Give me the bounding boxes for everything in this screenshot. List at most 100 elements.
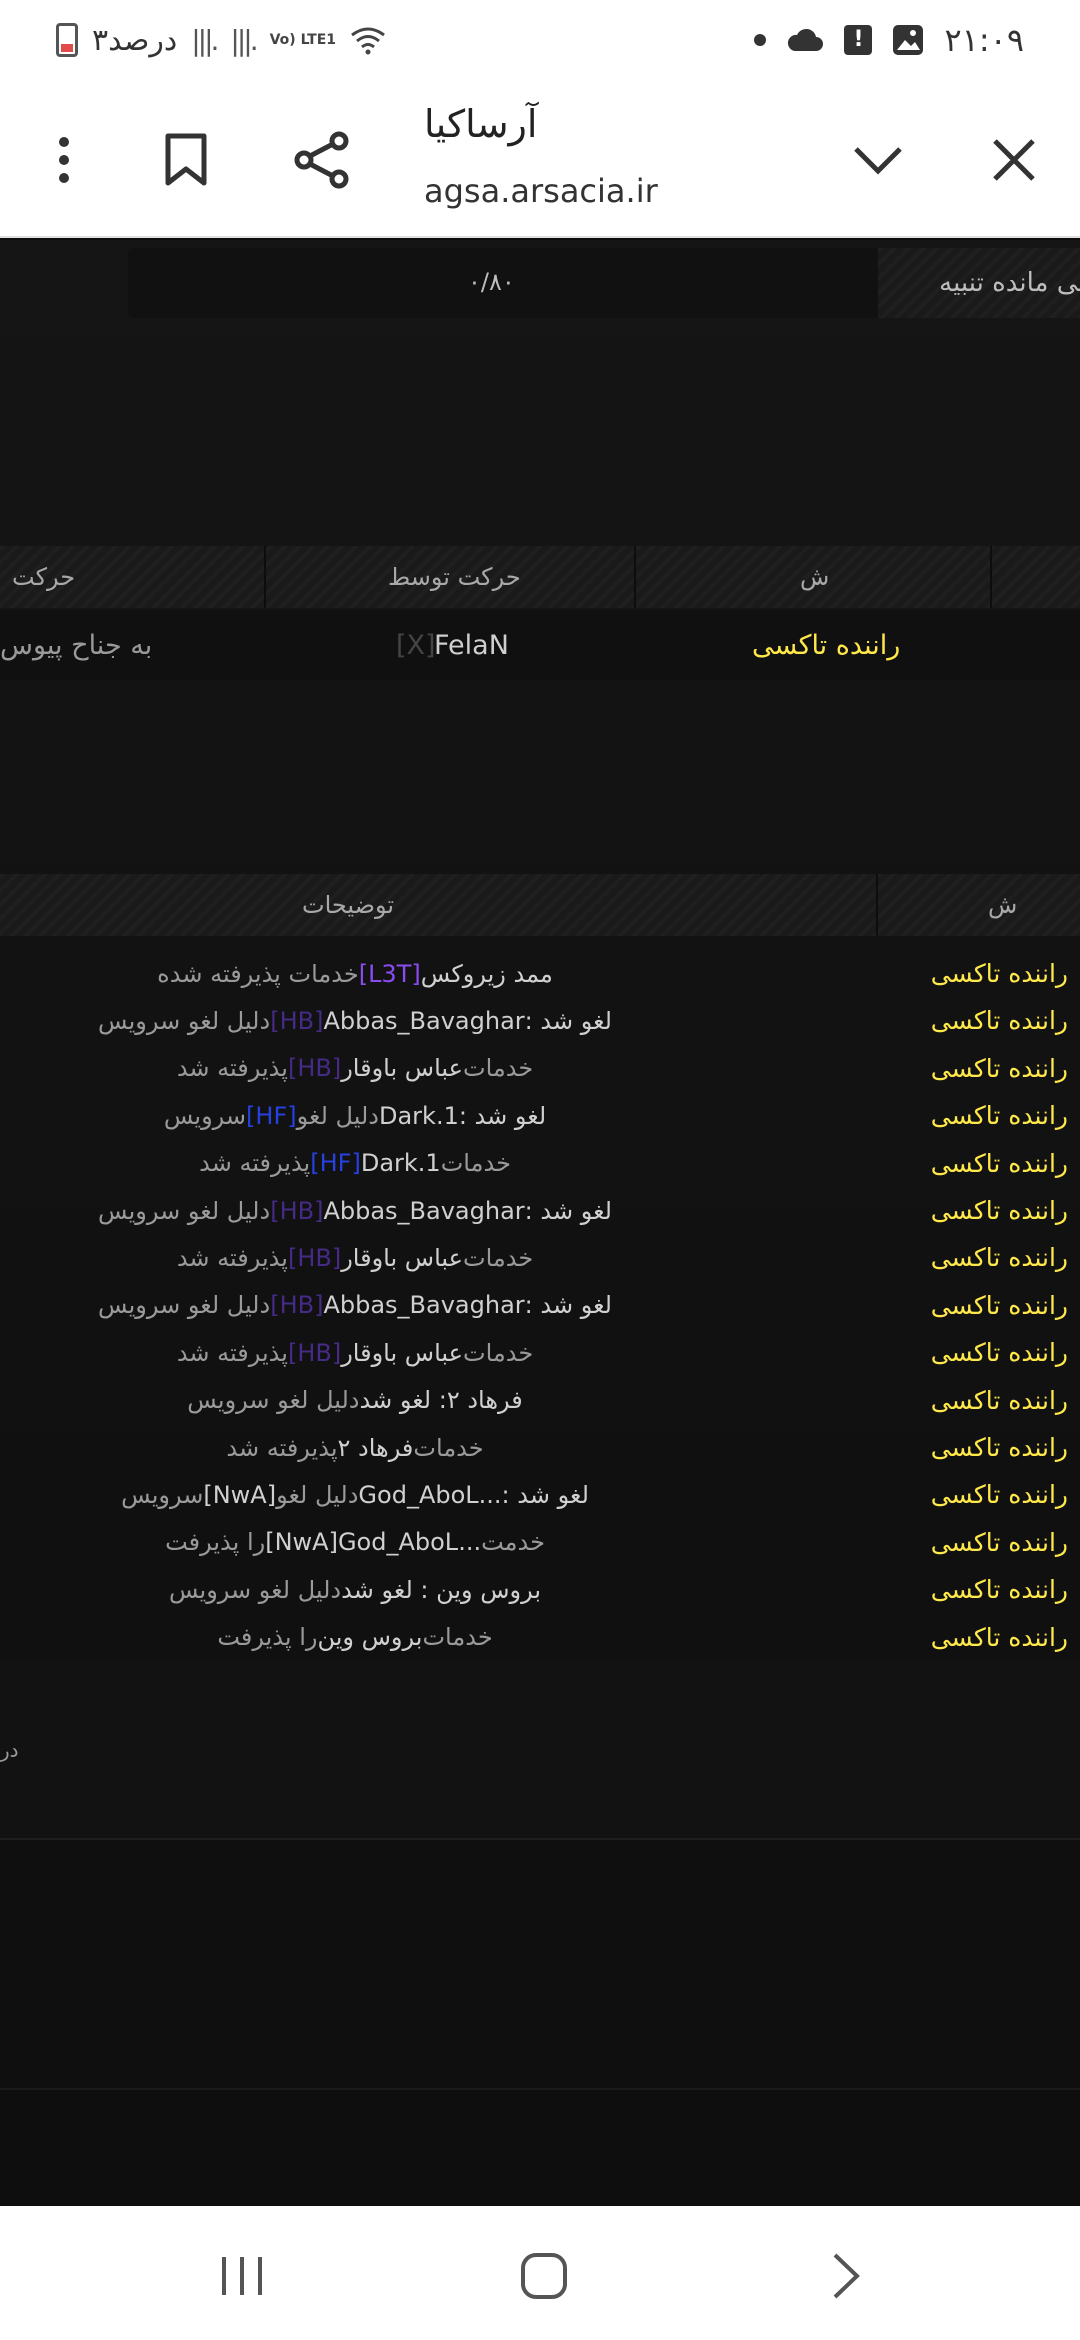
network-label: Vo) LTE1 <box>269 31 337 48</box>
row-rank: راننده تاکسی <box>930 1148 1068 1178</box>
row-description: لغو شد : Dark.1 دلیل لغو [HF] سرویس <box>90 1092 620 1139</box>
table-row: راننده تاکسی خدمات Dark.1 [HF] پذیرفته شد <box>0 1140 1080 1187</box>
home-icon[interactable] <box>494 2236 594 2316</box>
row-rank: راننده تاکسی <box>930 1290 1068 1320</box>
navigation-bar <box>0 2206 1080 2340</box>
row-description: لغو شد : Abbas_Bavaghar [HB] دلیل لغو سر… <box>90 1282 620 1329</box>
row-tag: [X] <box>396 629 436 661</box>
description-fragment: لغو شد : <box>524 1196 612 1225</box>
description-fragment: سرویس <box>163 1101 247 1130</box>
page-title: آرساکیا <box>424 102 538 146</box>
row-description: خدمات بروس وین را پذیرفت <box>90 1614 620 1661</box>
wifi-icon <box>351 27 385 55</box>
table-row: به جناح پیوس [X] FelaN راننده تاکسی <box>0 610 1080 680</box>
description-fragment: پذیرفته شد <box>176 1243 288 1272</box>
battery-icon <box>56 23 78 57</box>
table-row: راننده تاکسی لغو شد : Abbas_Bavaghar [HB]… <box>0 1282 1080 1329</box>
row-rank: راننده تاکسی <box>752 629 901 661</box>
table-row: راننده تاکسی ممد زیروکس [L3T] خدمات پذیرف… <box>0 950 1080 997</box>
row-name: FelaN <box>434 629 509 661</box>
table-row: راننده تاکسی خدمات عباس باوقار [HB] پذیرف… <box>0 1329 1080 1376</box>
row-description: ممد زیروکس [L3T] خدمات پذیرفته شده <box>90 950 620 997</box>
row-description: خدمات Dark.1 [HF] پذیرفته شد <box>90 1140 620 1187</box>
warning-bar: باقی مانده تنبیه ۰/۸۰ <box>128 248 1080 318</box>
row-rank: راننده تاکسی <box>930 1196 1068 1225</box>
warning-value: ۰/۸۰ <box>468 268 515 296</box>
signal-icon: |||. <box>191 23 219 57</box>
description-fragment: لغو شد : <box>458 1101 547 1130</box>
bookmark-icon[interactable] <box>146 120 226 200</box>
alert-icon: ! <box>844 25 873 55</box>
description-fragment: خدمات <box>422 1623 493 1652</box>
warning-label: باقی مانده تنبیه <box>878 248 1080 318</box>
description-fragment: دلیل لغو سرویس <box>98 1291 271 1320</box>
row-rank: راننده تاکسی <box>930 1575 1068 1605</box>
description-fragment: ...God_AboL <box>337 1528 482 1557</box>
clock: ۲۱:۰۹ <box>944 21 1024 59</box>
more-icon[interactable] <box>24 120 104 200</box>
row-action: به جناح پیوس <box>0 629 153 661</box>
row-description: فرهاد ۲: لغو شد دلیل لغو سرویس <box>90 1377 620 1424</box>
header-description: توضیحات <box>302 891 395 919</box>
page-content: باقی مانده تنبیه ۰/۸۰ حرکت حرکت توسط ش ب… <box>0 240 1080 2206</box>
description-fragment: [HB] <box>287 1338 342 1367</box>
table-row: راننده تاکسی خدمت ...God_AboL [NwA] را پذ… <box>0 1519 1080 1566</box>
notification-dot-icon <box>754 34 767 46</box>
log-table-header: توضیحات ش <box>0 874 1080 936</box>
recent-apps-icon[interactable] <box>192 2236 292 2316</box>
share-icon[interactable] <box>282 120 362 200</box>
browser-toolbar: آرساکیا agsa.arsacia.ir <box>0 80 1080 238</box>
close-icon[interactable] <box>974 120 1054 200</box>
description-fragment: لغو شد : <box>524 1006 612 1035</box>
header-rank: ش <box>988 891 1018 919</box>
description-fragment: خدمات <box>462 1054 534 1083</box>
row-rank: راننده تاکسی <box>930 1338 1068 1368</box>
header-rank: ش <box>800 563 830 591</box>
row-rank: راننده تاکسی <box>930 1006 1068 1036</box>
table-row: راننده تاکسی لغو شد : Dark.1 دلیل لغو [HF… <box>0 1092 1080 1139</box>
description-fragment: سرویس <box>121 1480 204 1509</box>
description-fragment: دلیل لغو سرویس <box>98 1006 271 1035</box>
description-fragment: خدمات پذیرفته شده <box>157 959 359 988</box>
description-fragment: عباس باوقار <box>341 1243 463 1272</box>
row-rank: راننده تاکسی <box>930 1053 1068 1083</box>
signal-icon: |||. <box>230 23 258 57</box>
status-right: ! ۲۱:۰۹ <box>754 18 1024 62</box>
row-description: لغو شد : Abbas_Bavaghar [HB] دلیل لغو سر… <box>90 997 620 1044</box>
description-fragment: [HB] <box>270 1196 324 1225</box>
row-rank: راننده تاکسی <box>930 1480 1068 1510</box>
lower-panel: در <box>0 1660 1080 1840</box>
table-row: راننده تاکسی خدمات عباس باوقار [HB] پذیرف… <box>0 1045 1080 1092</box>
back-icon[interactable] <box>796 2236 896 2316</box>
description-fragment: ...God_AboL <box>358 1480 502 1509</box>
row-description: خدمات عباس باوقار [HB] پذیرفته شد <box>90 1329 620 1376</box>
description-fragment: دلیل لغو سرویس <box>187 1386 360 1415</box>
chevron-down-icon[interactable] <box>838 120 918 200</box>
description-fragment: عباس باوقار <box>341 1338 463 1367</box>
description-fragment: لغو شد : <box>524 1291 612 1320</box>
table-row: راننده تاکسی خدمات عباس باوقار [HB] پذیرف… <box>0 1234 1080 1281</box>
edge-text: در <box>0 1738 19 1762</box>
description-fragment: پذیرفته شد <box>176 1054 288 1083</box>
battery-text: ۳درصد <box>92 22 178 58</box>
description-fragment: دلیل لغو <box>296 1101 379 1130</box>
description-fragment: فرهاد ۲: لغو شد <box>359 1386 523 1415</box>
description-fragment: دلیل لغو سرویس <box>168 1575 342 1604</box>
description-fragment: ممد زیروکس <box>420 959 553 988</box>
page-url[interactable]: agsa.arsacia.ir <box>424 172 658 210</box>
description-fragment: پذیرفته شد <box>199 1149 311 1178</box>
column-separator <box>634 546 636 608</box>
row-rank: راننده تاکسی <box>930 1101 1068 1131</box>
description-fragment: [NwA] <box>265 1528 338 1557</box>
table-row: راننده تاکسی فرهاد ۲: لغو شد دلیل لغو سرو… <box>0 1377 1080 1424</box>
header-moved-by: حرکت توسط <box>388 563 521 591</box>
description-fragment: [HB] <box>270 1006 324 1035</box>
table-row: راننده تاکسی لغو شد : Abbas_Bavaghar [HB]… <box>0 1187 1080 1234</box>
column-separator <box>264 546 266 608</box>
row-rank: راننده تاکسی <box>930 959 1068 988</box>
description-fragment: فرهاد ۲ <box>337 1433 414 1462</box>
gallery-icon <box>893 25 924 55</box>
description-fragment: پذیرفته شد <box>176 1338 288 1367</box>
status-bar: ۳درصد |||. |||. Vo) LTE1 ! ۲۱:۰۹ <box>0 0 1080 80</box>
description-fragment: خدمات <box>440 1149 511 1178</box>
